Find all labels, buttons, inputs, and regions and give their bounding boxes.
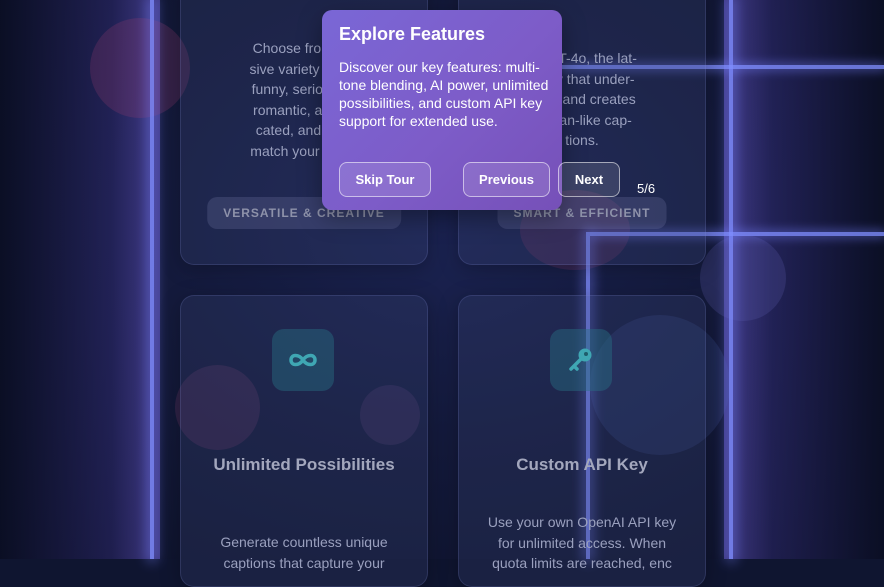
next-button[interactable]: Next xyxy=(558,162,620,197)
light-beam xyxy=(150,0,154,559)
infinity-icon xyxy=(289,353,317,367)
icon-tile xyxy=(272,329,334,391)
light-beam xyxy=(729,0,733,559)
tour-title: Explore Features xyxy=(339,24,486,44)
skip-tour-button[interactable]: Skip Tour xyxy=(339,162,431,197)
text-line: Use your own OpenAI API key xyxy=(487,514,677,530)
card-title: Unlimited Possibilities xyxy=(213,455,395,474)
card-description: Use your own OpenAI API key for unlimite… xyxy=(459,512,705,574)
text-line: quota limits are reached, enc xyxy=(492,555,672,571)
tour-popover: Explore Features Discover our key featur… xyxy=(322,10,655,210)
card-description: Generate countless unique captions that … xyxy=(181,532,427,573)
step-counter: 5/6 xyxy=(637,181,656,196)
text-line: for unlimited access. When xyxy=(497,534,667,551)
tour-description: Discover our key features: multi-tone bl… xyxy=(339,59,549,129)
bubble-decoration xyxy=(700,235,786,321)
feature-card-api-key: Custom API Key Use your own OpenAI API k… xyxy=(458,295,706,587)
icon-tile xyxy=(550,329,612,391)
previous-button[interactable]: Previous xyxy=(463,162,550,197)
text-line: captions that capture your xyxy=(223,554,385,571)
feature-card-unlimited: Unlimited Possibilities Generate countle… xyxy=(180,295,428,587)
card-title: Custom API Key xyxy=(516,455,648,474)
text-line: Generate countless unique xyxy=(220,534,388,550)
key-icon xyxy=(569,348,592,371)
bubble-decoration xyxy=(90,18,190,118)
